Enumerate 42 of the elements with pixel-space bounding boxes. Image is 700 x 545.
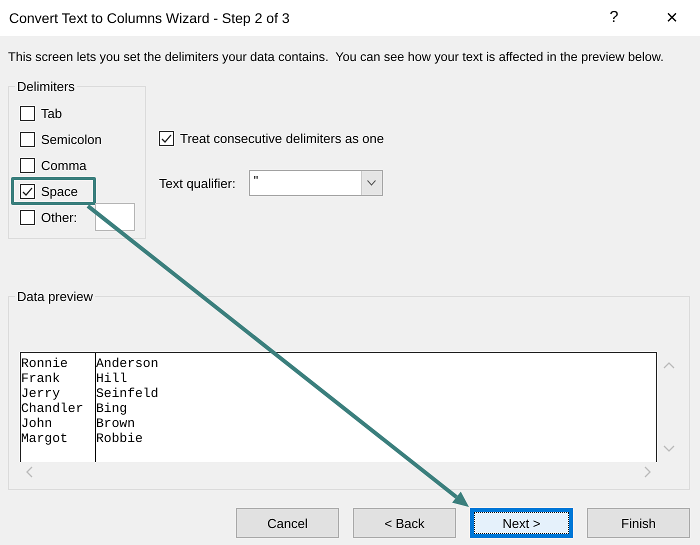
delimiter-option[interactable]: Tab bbox=[11, 99, 80, 127]
table-cell-text: Jerry bbox=[21, 386, 62, 401]
help-button[interactable]: ? bbox=[586, 9, 642, 27]
checkbox[interactable] bbox=[20, 210, 35, 224]
table-cell: Anderson bbox=[96, 356, 158, 371]
group-label: Data preview bbox=[15, 289, 95, 304]
table-cell-text: Hill bbox=[96, 371, 128, 386]
field-label: Text qualifier: bbox=[159, 176, 236, 190]
checkbox[interactable] bbox=[20, 184, 35, 198]
checkbox-label: Space bbox=[41, 184, 78, 198]
delimiter-option[interactable]: Other: bbox=[11, 203, 154, 231]
checkbox[interactable] bbox=[20, 158, 35, 172]
chevron-down-icon bbox=[367, 180, 376, 186]
table-cell-text: Bing bbox=[96, 401, 128, 416]
delimiter-option[interactable]: Space bbox=[11, 177, 96, 205]
group-label: Delimiters bbox=[15, 79, 77, 94]
checkbox-label: Comma bbox=[41, 158, 87, 172]
wizard-button[interactable]: Cancel bbox=[236, 508, 339, 538]
wizard-button[interactable]: Finish bbox=[587, 508, 690, 538]
checkbox-label: Treat consecutive delimiters as one bbox=[180, 130, 384, 146]
table-cell-text: Frank bbox=[21, 371, 62, 386]
instruction-text: This screen lets you set the delimiters your data contains. You can see how your text is affected in the preview below. bbox=[7, 49, 665, 64]
checkbox-label: Other: bbox=[41, 210, 78, 224]
table-cell-text: Chandler bbox=[21, 401, 84, 416]
table-cell-text: Robbie bbox=[96, 431, 144, 446]
table-cell-text: Margot bbox=[21, 431, 69, 446]
delimiter-option[interactable]: Comma bbox=[11, 151, 105, 179]
table-cell-text: John bbox=[21, 416, 54, 431]
wizard-button[interactable]: < Back bbox=[353, 508, 456, 538]
qualifier-dropdown[interactable]: " bbox=[248, 170, 383, 196]
checkbox-label: Tab bbox=[41, 106, 62, 120]
checkbox[interactable] bbox=[20, 106, 35, 120]
table-cell-text: Brown bbox=[96, 416, 136, 431]
delimiter-option[interactable]: Semicolon bbox=[11, 125, 120, 153]
table-cell: Seinfeld bbox=[96, 386, 158, 401]
checkbox-label: Semicolon bbox=[41, 132, 102, 146]
wizard-button[interactable]: Next > bbox=[470, 508, 573, 538]
checkbox[interactable] bbox=[159, 130, 174, 146]
window-title: Convert Text to Columns Wizard - Step 2 of 3 bbox=[9, 10, 291, 26]
table-cell-text: Ronnie bbox=[21, 356, 69, 371]
close-button[interactable]: × bbox=[644, 6, 700, 30]
checkbox[interactable] bbox=[20, 132, 35, 146]
